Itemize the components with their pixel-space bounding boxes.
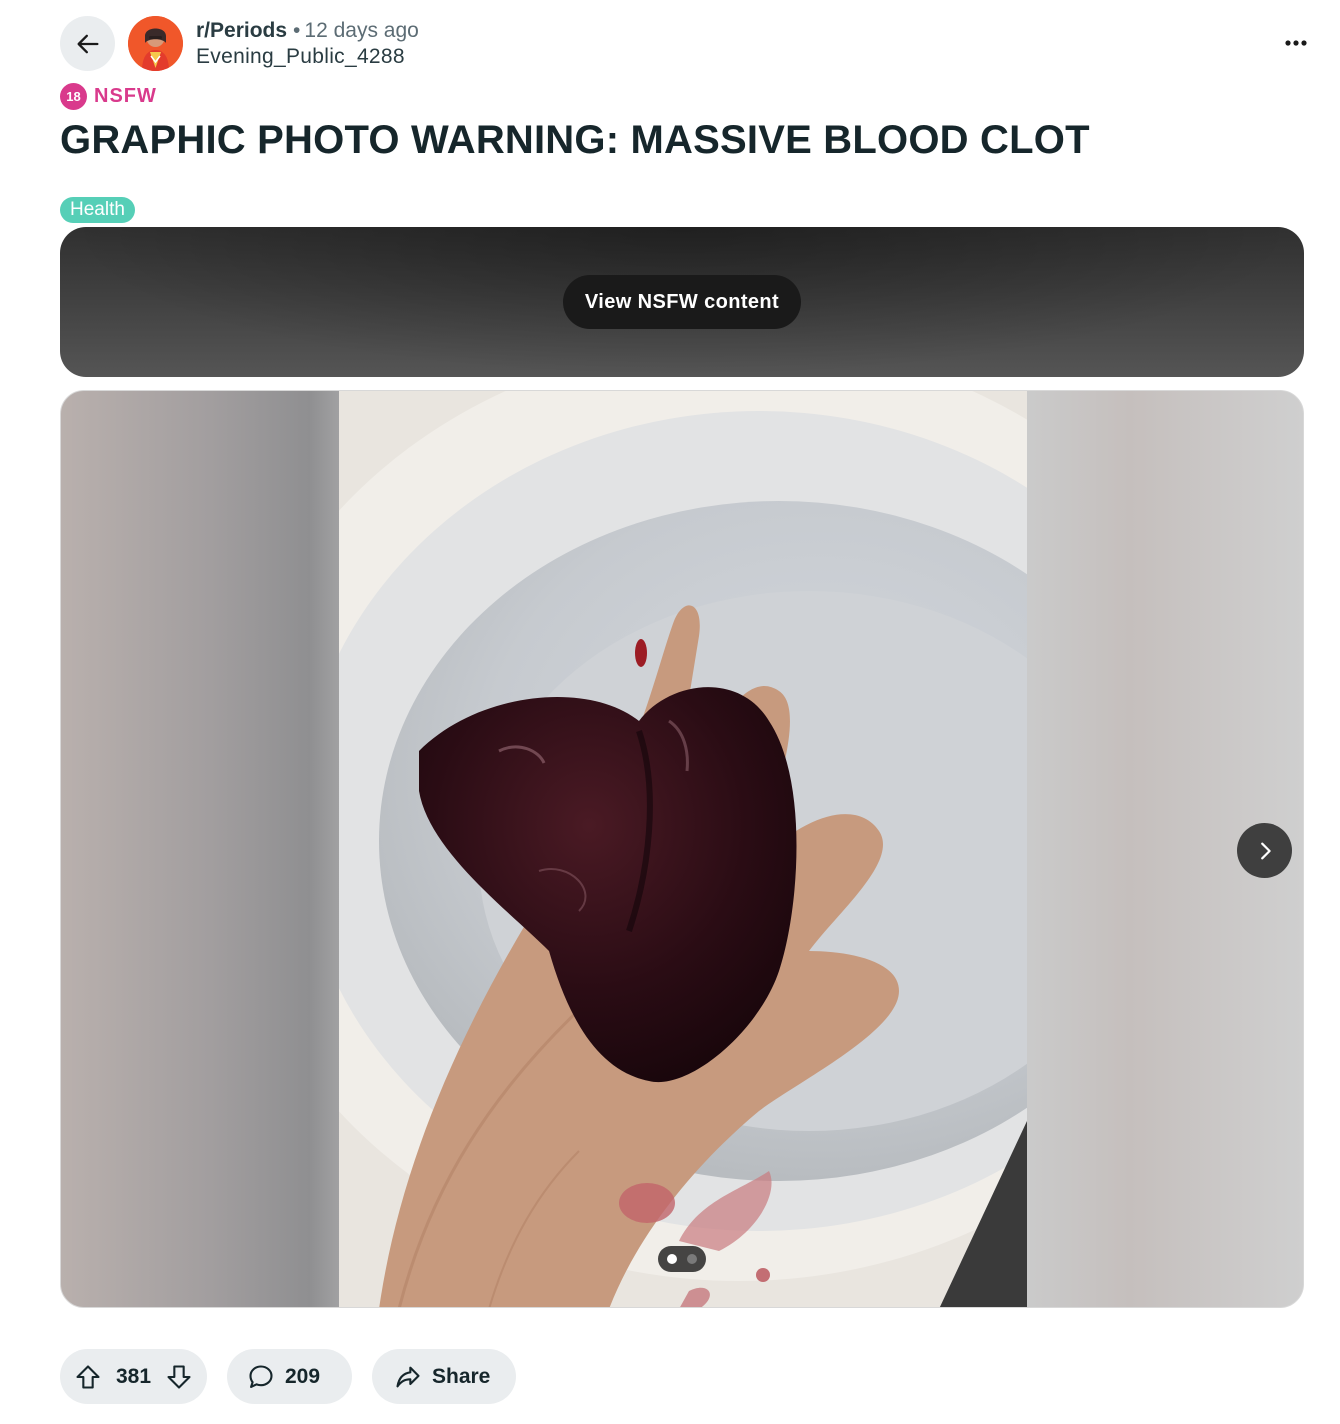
- nsfw-18-icon: 18: [60, 83, 87, 110]
- nsfw-blur-banner: View NSFW content: [60, 227, 1304, 377]
- nsfw-label: NSFW: [94, 85, 157, 107]
- next-image-button[interactable]: [1237, 823, 1292, 878]
- arrow-left-icon: [77, 34, 99, 53]
- chevron-right-icon: [1260, 842, 1271, 859]
- pager-dot-2[interactable]: [687, 1254, 697, 1264]
- gallery-image: [339, 391, 1027, 1307]
- post-time: 12 days ago: [304, 19, 419, 42]
- upvote-button[interactable]: [74, 1363, 102, 1391]
- post-title: GRAPHIC PHOTO WARNING: MASSIVE BLOOD CLO…: [60, 118, 1090, 162]
- share-button[interactable]: Share: [372, 1349, 516, 1404]
- avatar-illustration: [128, 16, 183, 71]
- share-label: Share: [432, 1364, 491, 1388]
- subreddit-link[interactable]: r/Periods: [196, 19, 287, 42]
- share-arrow-icon: [396, 1366, 420, 1387]
- author-link[interactable]: Evening_Public_4288: [196, 44, 419, 70]
- view-nsfw-content-button[interactable]: View NSFW content: [563, 275, 801, 329]
- upvote-arrow-icon: [76, 1364, 100, 1389]
- speech-bubble-icon: [249, 1364, 273, 1388]
- action-bar: 381 209 Share: [60, 1349, 516, 1404]
- subreddit-avatar[interactable]: [128, 16, 183, 71]
- nsfw-tag: 18 NSFW: [60, 83, 157, 110]
- downvote-arrow-icon: [167, 1364, 191, 1389]
- post-flair[interactable]: Health: [60, 197, 135, 223]
- downvote-button[interactable]: [165, 1363, 193, 1391]
- more-horizontal-icon: [1285, 40, 1307, 46]
- image-gallery[interactable]: [60, 390, 1304, 1308]
- gallery-pager: [658, 1246, 706, 1272]
- comment-count: 209: [285, 1364, 321, 1388]
- pager-dot-1[interactable]: [667, 1254, 677, 1264]
- meta-separator: •: [293, 19, 301, 42]
- vote-count: 381: [115, 1364, 152, 1388]
- post-meta: r/Periods • 12 days ago Evening_Public_428…: [196, 18, 419, 70]
- vote-control: 381: [60, 1349, 207, 1404]
- comments-button[interactable]: 209: [227, 1349, 352, 1404]
- post-page: r/Periods • 12 days ago Evening_Public_428…: [0, 0, 1340, 1424]
- back-button[interactable]: [60, 16, 115, 71]
- overflow-menu-button[interactable]: [1276, 26, 1316, 60]
